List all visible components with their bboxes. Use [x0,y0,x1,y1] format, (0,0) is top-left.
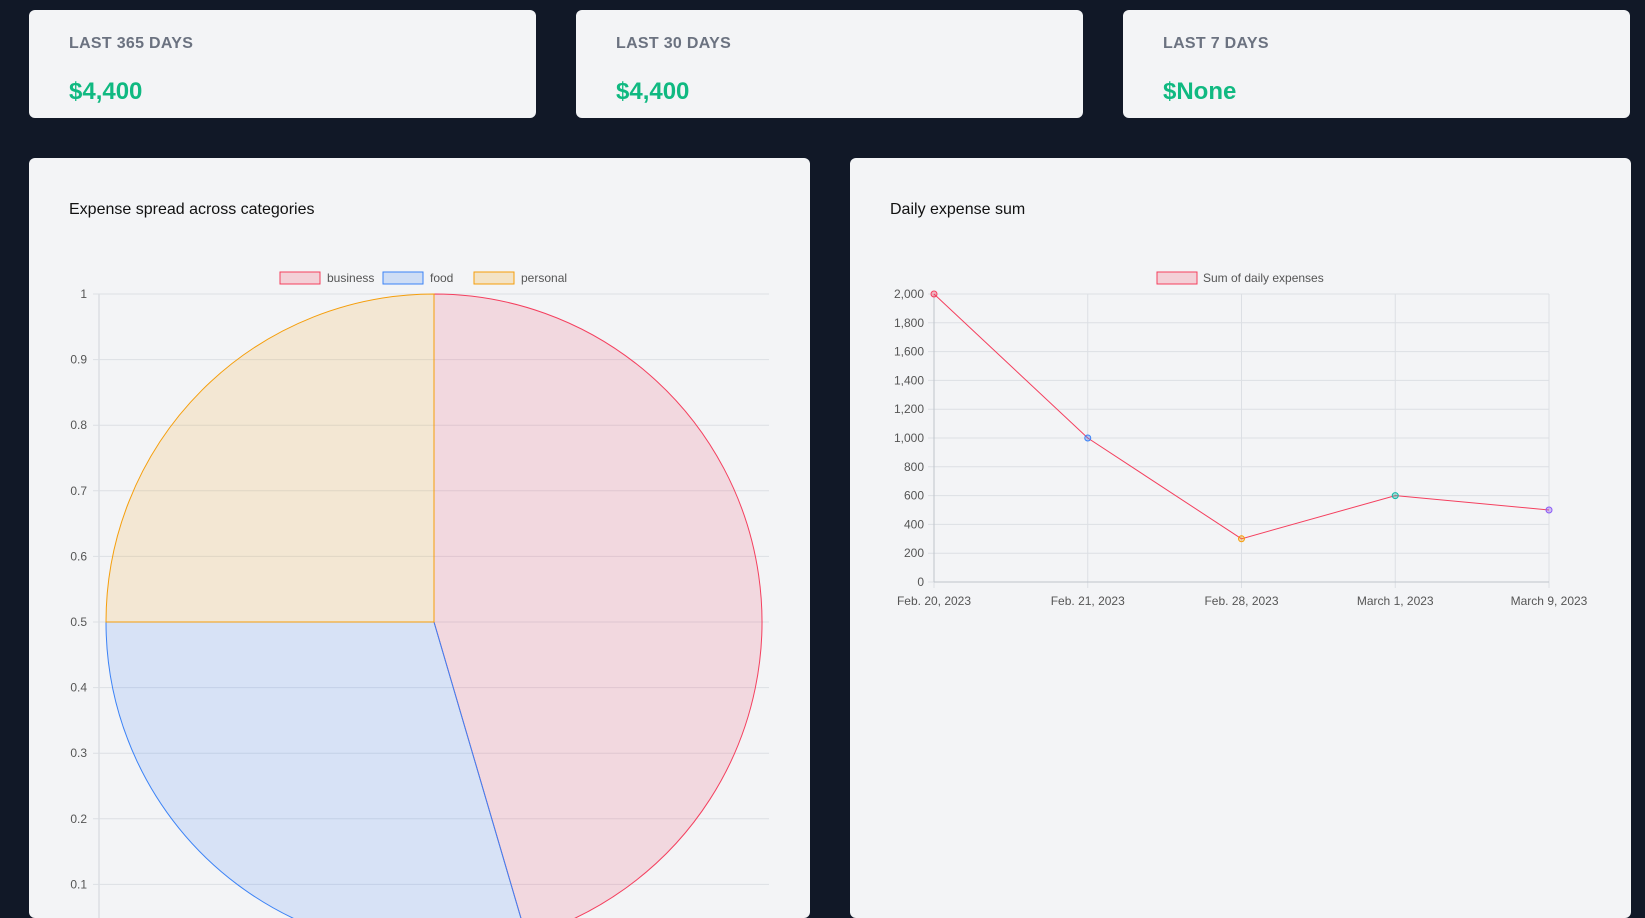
line-legend-label: Sum of daily expenses [1203,271,1324,285]
line-x-tick-label: Feb. 21, 2023 [1051,594,1125,608]
pie-y-tick-label: 0.8 [70,418,87,432]
line-data-point[interactable] [1545,506,1553,514]
pie-y-tick-label: 0.5 [70,615,87,629]
line-x-tick-label: March 1, 2023 [1357,594,1434,608]
pie-legend-label-personal: personal [521,271,567,285]
pie-legend-swatch-food [382,271,424,285]
pie-y-tick-label: 0.4 [70,681,87,695]
line-y-tick-label: 600 [904,489,924,503]
stat-title: LAST 30 DAYS [616,35,732,52]
line-data-point[interactable] [930,290,938,298]
line-y-tick-label: 0 [917,575,924,589]
line-legend-swatch [1156,271,1198,285]
line-y-tick-label: 1,200 [894,402,924,416]
pie-chart[interactable]: 1 0.9 0.8 0.7 0.6 0.5 0.4 0.3 0.2 0.1 business foo… [29,158,810,918]
line-chart[interactable]: 2,000 1,800 1,600 1,400 1,200 1,000 800 600 400 2… [850,158,1631,918]
stat-value: $4,400 [616,78,690,105]
pie-y-tick-label: 0.7 [70,484,87,498]
pie-legend-swatch-business [279,271,321,285]
pie-y-tick-label: 1 [80,287,87,301]
stat-title: LAST 365 DAYS [69,35,194,52]
line-y-tick-label: 1,400 [894,373,924,387]
stat-card-30-days: LAST 30 DAYS $4,400 [576,10,1083,118]
line-x-tick-label: March 9, 2023 [1511,594,1588,608]
pie-y-tick-label: 0.9 [70,353,87,367]
line-y-tick-label: 400 [904,517,924,531]
line-x-tick-label: Feb. 28, 2023 [1204,594,1278,608]
line-data-point[interactable] [1391,492,1399,500]
pie-legend-swatch-personal [473,271,515,285]
stat-value: $None [1163,78,1237,105]
pie-y-tick-label: 0.3 [70,746,87,760]
line-data-point[interactable] [1238,535,1245,543]
pie-slice-personal[interactable] [105,293,435,623]
stat-value: $4,400 [69,78,143,105]
line-y-tick-label: 2,000 [894,287,924,301]
line-y-tick-label: 1,600 [894,345,924,359]
stat-card-7-days: LAST 7 DAYS $None [1123,10,1630,118]
pie-y-tick-label: 0.1 [70,877,87,891]
line-x-tick-label: Feb. 20, 2023 [897,594,971,608]
line-y-tick-label: 1,000 [894,431,924,445]
pie-chart-card: Expense spread across categories 1 0.9 0.8… [29,158,810,918]
line-data-point[interactable] [1084,434,1092,442]
line-y-tick-label: 200 [904,546,924,560]
pie-legend-label-food: food [430,271,453,285]
line-y-tick-label: 800 [904,460,924,474]
line-y-tick-label: 1,800 [894,316,924,330]
line-chart-card: Daily expense sum 2,000 1,800 1,600 1,400 1,… [850,158,1631,918]
stat-card-365-days: LAST 365 DAYS $4,400 [29,10,536,118]
pie-y-tick-label: 0.6 [70,549,87,563]
stat-title: LAST 7 DAYS [1163,35,1269,52]
pie-y-tick-label: 0.2 [70,812,87,826]
pie-legend-label-business: business [327,271,374,285]
